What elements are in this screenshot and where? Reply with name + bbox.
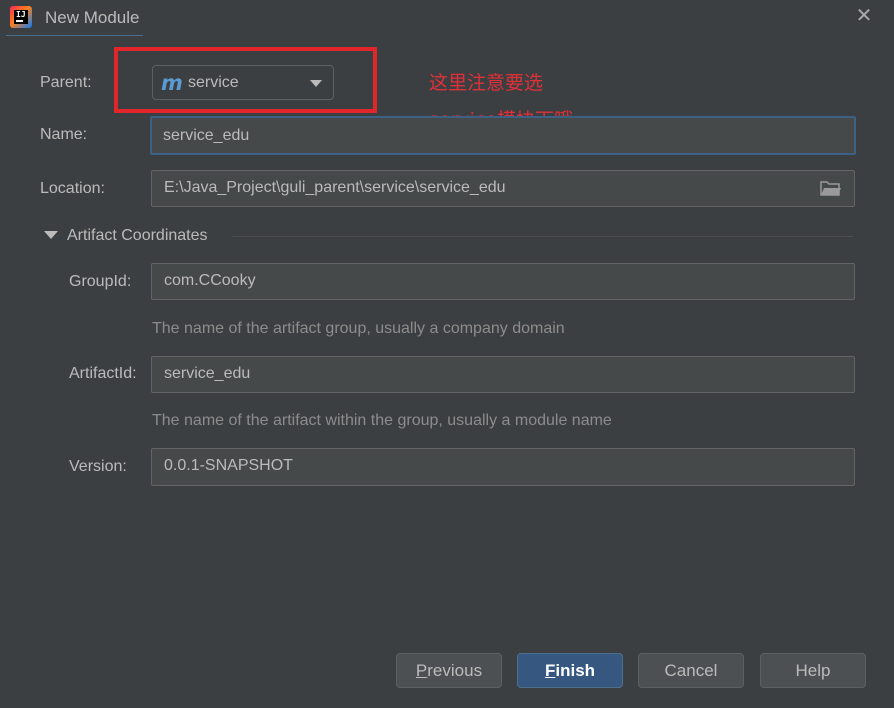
parent-label: Parent: [40, 74, 92, 91]
version-field[interactable]: 0.0.1-SNAPSHOT [151, 448, 855, 486]
version-label: Version: [69, 458, 127, 475]
artifact-section-title[interactable]: Artifact Coordinates [67, 227, 208, 245]
folder-icon[interactable] [820, 180, 841, 196]
location-label: Location: [40, 180, 105, 197]
close-icon[interactable]: ✕ [854, 6, 874, 26]
name-field[interactable]: service_edu [150, 116, 856, 155]
location-value: E:\Java_Project\guli_parent\service\serv… [164, 179, 506, 196]
title-bar: IJ New Module ✕ [0, 0, 894, 36]
annotation-line-1: 这里注意要选 [429, 72, 544, 94]
location-field[interactable]: E:\Java_Project\guli_parent\service\serv… [151, 170, 855, 207]
collapse-triangle-icon[interactable] [44, 231, 58, 239]
window-title: New Module [45, 8, 140, 27]
name-label: Name: [40, 126, 88, 143]
cancel-button[interactable]: Cancel [638, 653, 744, 688]
title-underline [6, 35, 143, 36]
artifactid-field[interactable]: service_edu [151, 356, 855, 393]
artifactid-label: ArtifactId: [69, 365, 137, 382]
previous-button[interactable]: Previous [396, 653, 502, 688]
finish-button[interactable]: Finish [517, 653, 623, 688]
groupid-field[interactable]: com.CCooky [151, 263, 855, 300]
groupid-label: GroupId: [69, 273, 132, 290]
artifactid-hint: The name of the artifact within the grou… [152, 412, 612, 429]
intellij-idea-icon: IJ [10, 6, 32, 28]
groupid-hint: The name of the artifact group, usually … [152, 320, 565, 337]
highlight-box [114, 47, 377, 113]
section-divider [232, 236, 853, 237]
help-button[interactable]: Help [760, 653, 866, 688]
